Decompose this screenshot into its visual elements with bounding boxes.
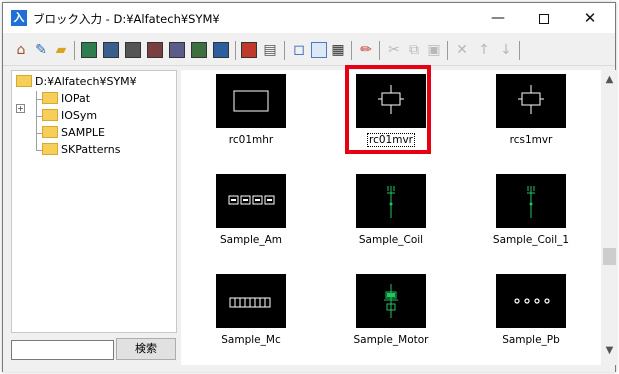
selection-highlight-box — [345, 65, 431, 154]
tree-item-label: SKPatterns — [61, 143, 121, 156]
vertical-scrollbar[interactable]: ▲ ▼ — [601, 70, 618, 365]
coil-symbol-icon — [496, 74, 566, 128]
tree-item-skpatterns[interactable]: SKPatterns — [42, 143, 121, 157]
title-bar[interactable]: 入 ブロック入力 - D:¥Alfatech¥SYM¥ — ✕ — [3, 3, 615, 33]
toolbar-separator — [284, 41, 285, 60]
view-large-icon[interactable] — [81, 42, 97, 58]
block-input-window: 入 ブロック入力 - D:¥Alfatech¥SYM¥ — ✕ ⌂ ✎ ▰ ▤ … — [2, 2, 618, 372]
block-name: rc01mhr — [228, 134, 274, 146]
app-icon: 入 — [11, 10, 27, 26]
view-grid-icon[interactable] — [191, 42, 207, 58]
block-tile[interactable]: Sample_Pb — [461, 270, 601, 365]
ammeter-row-symbol-icon — [216, 174, 286, 228]
toolbar-separator — [519, 41, 520, 60]
open-folder-icon[interactable]: ✎ — [32, 41, 50, 59]
tree-item-iosym[interactable]: IOSym — [42, 109, 97, 123]
tree-root-label: D:¥Alfatech¥SYM¥ — [35, 75, 137, 88]
block-name: Sample_Am — [219, 234, 283, 246]
block-tile[interactable]: rc01mhr — [181, 70, 321, 170]
maximize-button[interactable] — [521, 3, 567, 33]
small-icon-view-icon[interactable]: ◻ — [290, 41, 308, 59]
contactor-strip-symbol-icon — [216, 274, 286, 328]
list-view-icon[interactable]: ▦ — [329, 41, 347, 59]
tree-item-iopat[interactable]: IOPat — [42, 92, 90, 106]
properties-icon[interactable]: ▤ — [261, 41, 279, 59]
block-name: Sample_Coil_1 — [492, 234, 570, 246]
edit-tool-icon[interactable]: ✏ — [357, 41, 375, 59]
name-view-icon[interactable] — [311, 42, 327, 58]
save-icon[interactable]: ▣ — [425, 41, 443, 59]
delete-icon[interactable]: ✕ — [453, 41, 471, 59]
block-name: Sample_Pb — [502, 334, 560, 346]
toolbar-separator — [235, 41, 236, 60]
close-button[interactable]: ✕ — [567, 3, 613, 33]
block-name: rcs1mvr — [509, 134, 553, 146]
folder-icon — [42, 126, 58, 138]
expand-icon[interactable]: + — [16, 104, 25, 113]
scroll-up-icon[interactable]: ▲ — [601, 74, 618, 86]
view-detail-icon[interactable] — [169, 42, 185, 58]
status-bar — [3, 365, 615, 372]
tree-item-label: IOPat — [61, 92, 91, 105]
toolbar-separator — [351, 41, 352, 60]
scroll-thumb[interactable] — [603, 248, 616, 265]
tree-root[interactable]: D:¥Alfatech¥SYM¥ — [16, 75, 137, 89]
green-motor-symbol-icon — [356, 274, 426, 328]
green-coil-symbol-icon — [356, 174, 426, 228]
tree-item-label: IOSym — [61, 109, 98, 122]
move-down-icon[interactable]: ↓ — [497, 41, 515, 59]
block-name: Sample_Mc — [221, 334, 281, 346]
maximize-icon — [539, 13, 549, 24]
folder-tree[interactable]: D:¥Alfatech¥SYM¥ IOPat + IOSym SAMPLE SK… — [11, 70, 177, 333]
view-small-icon[interactable] — [125, 42, 141, 58]
pushbutton-dots-symbol-icon — [496, 274, 566, 328]
block-tile[interactable]: Sample_Am — [181, 170, 321, 270]
view-list-icon[interactable] — [147, 42, 163, 58]
green-coil-symbol-icon — [496, 174, 566, 228]
register-block-icon[interactable] — [241, 42, 257, 58]
block-name: Sample_Coil — [358, 234, 424, 246]
block-tile[interactable]: Sample_Motor — [321, 270, 461, 365]
search-input[interactable] — [11, 340, 114, 360]
folder-icon — [42, 143, 58, 155]
window-title: ブロック入力 - D:¥Alfatech¥SYM¥ — [33, 12, 220, 26]
toolbar-separator — [74, 41, 75, 60]
tree-line — [36, 91, 37, 151]
view-medium-icon[interactable] — [103, 42, 119, 58]
block-tile[interactable]: Sample_Coil_1 — [461, 170, 601, 270]
toolbar-separator — [379, 41, 380, 60]
tree-item-sample[interactable]: SAMPLE — [42, 126, 105, 140]
copy-icon[interactable]: ⧉ — [405, 41, 423, 59]
folder-icon — [16, 75, 32, 87]
scroll-down-icon[interactable]: ▼ — [601, 345, 618, 357]
toolbar: ⌂ ✎ ▰ ▤ ◻ ▦ ✏ ✂ ⧉ ▣ ✕ ↑ ↓ — [3, 34, 615, 66]
rectangle-symbol-icon — [216, 74, 286, 128]
tree-item-label: SAMPLE — [61, 126, 105, 139]
block-tile[interactable]: Sample_Coil — [321, 170, 461, 270]
block-library-icon[interactable]: ⌂ — [12, 41, 30, 59]
block-tile[interactable]: Sample_Mc — [181, 270, 321, 365]
view-thumb-icon[interactable] — [213, 42, 229, 58]
cut-icon[interactable]: ✂ — [385, 41, 403, 59]
block-name: Sample_Motor — [353, 334, 429, 346]
folder-icon — [42, 92, 58, 104]
folder-icon[interactable]: ▰ — [52, 41, 70, 59]
minimize-button[interactable]: — — [475, 3, 521, 33]
toolbar-separator — [447, 41, 448, 60]
block-tile[interactable]: rcs1mvr — [461, 70, 601, 170]
move-up-icon[interactable]: ↑ — [475, 41, 493, 59]
folder-icon — [42, 109, 58, 121]
search-button[interactable]: 検索 — [116, 338, 176, 360]
